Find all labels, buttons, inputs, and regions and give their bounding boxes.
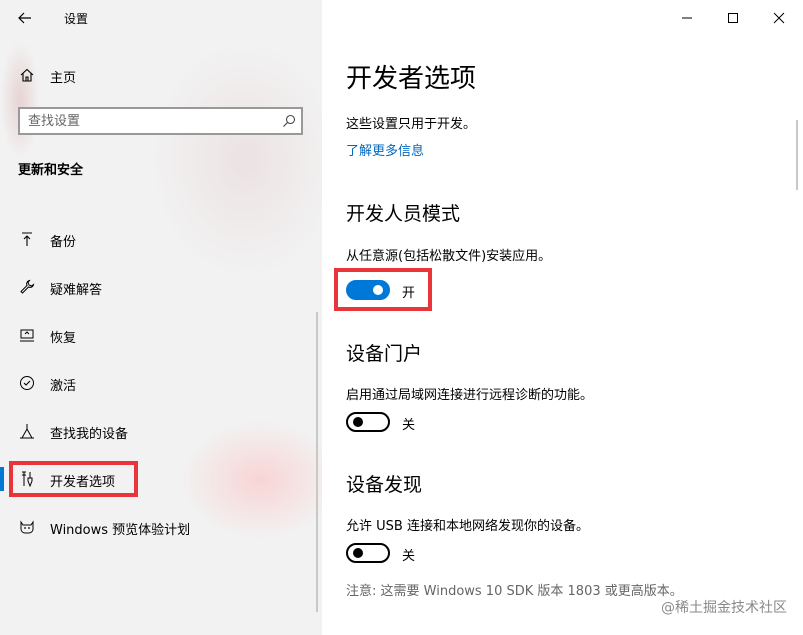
scrollbar[interactable] xyxy=(796,120,798,190)
watermark: @稀土掘金技术社区 xyxy=(661,600,787,616)
maximize-button[interactable] xyxy=(710,4,756,32)
sidebar-item-label: Windows 预览体验计划 xyxy=(50,523,191,538)
device-discovery-toggle[interactable] xyxy=(346,543,390,563)
page-title: 开发者选项 xyxy=(346,64,477,94)
sidebar-item-recovery[interactable]: 恢复 xyxy=(0,317,322,353)
recovery-icon xyxy=(18,326,36,344)
sidebar-item-label: 查找我的设备 xyxy=(50,427,129,442)
sdk-note: 注意: 这需要 Windows 10 SDK 版本 1803 或更高版本。 xyxy=(346,584,683,599)
device-discovery-toggle-row: 关 xyxy=(346,543,446,565)
wrench-icon xyxy=(18,278,36,296)
backup-arrow-icon xyxy=(18,230,36,248)
search-input[interactable] xyxy=(28,113,268,129)
sidebar-item-troubleshoot[interactable]: 疑难解答 xyxy=(0,269,322,305)
sidebar-item-home[interactable]: 主页 xyxy=(0,60,322,90)
section-heading-device-portal: 设备门户 xyxy=(346,343,423,365)
maximize-icon xyxy=(728,13,738,23)
highlight-box xyxy=(9,461,138,497)
device-portal-toggle-row: 关 xyxy=(346,412,446,434)
insider-cat-icon xyxy=(18,518,36,536)
app-title: 设置 xyxy=(64,12,89,26)
back-button[interactable] xyxy=(10,4,40,32)
sidebar-item-activation[interactable]: 激活 xyxy=(0,365,322,401)
section-heading-device-discovery: 设备发现 xyxy=(346,474,423,496)
section-heading: 更新和安全 xyxy=(18,163,84,178)
title-bar: 设置 xyxy=(0,0,322,36)
section-description: 启用通过局域网连接进行远程诊断的功能。 xyxy=(346,388,594,403)
section-description: 允许 USB 连接和本地网络发现你的设备。 xyxy=(346,519,589,534)
section-description: 从任意源(包括松散文件)安装应用。 xyxy=(346,249,552,264)
find-device-icon xyxy=(18,422,36,440)
device-portal-toggle[interactable] xyxy=(346,412,390,432)
selection-indicator xyxy=(0,467,4,491)
sidebar-item-backup[interactable]: 备份 xyxy=(0,221,322,257)
check-circle-icon xyxy=(18,374,36,392)
toggle-state-label: 关 xyxy=(402,418,416,433)
learn-more-link[interactable]: 了解更多信息 xyxy=(346,140,424,159)
highlight-box xyxy=(334,268,432,311)
section-heading-developer-mode: 开发人员模式 xyxy=(346,203,461,225)
close-icon xyxy=(773,12,785,24)
sidebar-item-label: 恢复 xyxy=(50,331,77,346)
toggle-state-label: 关 xyxy=(402,549,416,564)
sidebar-item-label: 激活 xyxy=(50,379,77,394)
sidebar: 设置 主页 更新和安全 备份 xyxy=(0,0,322,635)
background-blur xyxy=(0,40,40,160)
scrollbar[interactable] xyxy=(316,312,318,612)
minimize-button[interactable] xyxy=(664,4,710,32)
main-content: 开发者选项 这些设置只用于开发。 了解更多信息 开发人员模式 从任意源(包括松散… xyxy=(322,0,803,635)
toggle-knob xyxy=(353,417,363,427)
sidebar-item-find-device[interactable]: 查找我的设备 xyxy=(0,413,322,449)
settings-window: 设置 主页 更新和安全 备份 xyxy=(0,0,803,635)
search-field[interactable] xyxy=(18,107,303,135)
back-arrow-icon xyxy=(18,12,31,24)
home-icon xyxy=(18,66,36,84)
intro-text: 这些设置只用于开发。 xyxy=(346,117,477,132)
sidebar-item-label: 主页 xyxy=(50,71,77,86)
sidebar-item-insider[interactable]: Windows 预览体验计划 xyxy=(0,509,322,545)
toggle-knob xyxy=(353,548,363,558)
sidebar-item-label: 备份 xyxy=(50,235,77,250)
minimize-icon xyxy=(682,17,692,19)
sidebar-item-label: 疑难解答 xyxy=(50,283,103,298)
close-button[interactable] xyxy=(756,4,802,32)
search-icon xyxy=(283,114,296,127)
